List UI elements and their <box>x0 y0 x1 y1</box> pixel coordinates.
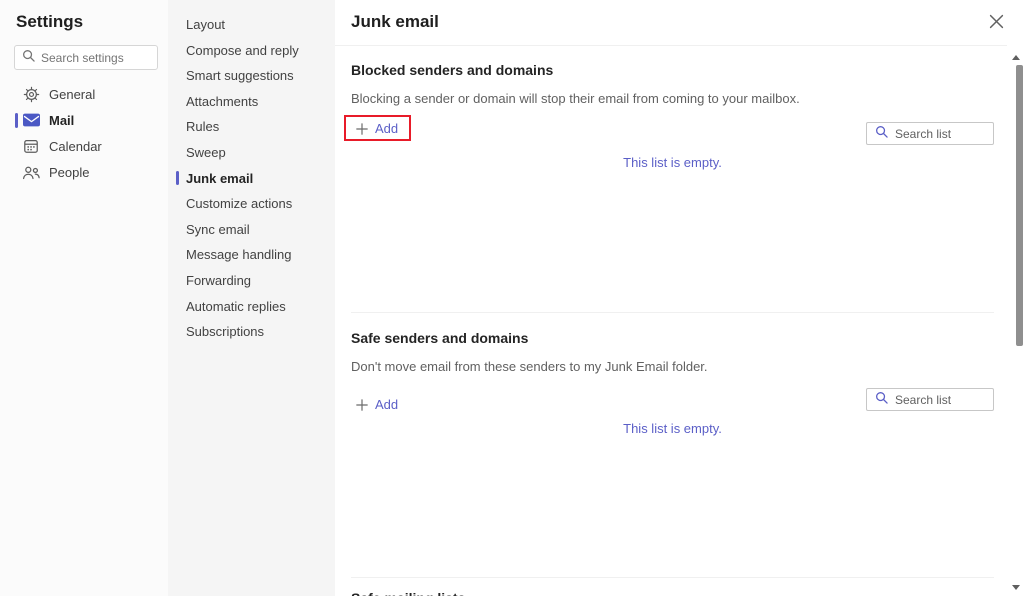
junk-email-panel: Junk email Blocked senders and domains B… <box>335 0 1024 596</box>
subnav-item-message-handling[interactable]: Message handling <box>168 242 335 268</box>
add-safe-sender-button[interactable]: Add <box>351 393 403 416</box>
subnav-item-compose-and-reply[interactable]: Compose and reply <box>168 38 335 64</box>
gear-icon <box>22 85 40 103</box>
sidebar-item-label: Calendar <box>49 139 102 154</box>
add-button-label: Add <box>375 397 398 412</box>
mail-settings-subnav: Layout Compose and reply Smart suggestio… <box>168 0 335 596</box>
selected-indicator <box>15 113 18 128</box>
subnav-item-junk-email[interactable]: Junk email <box>168 166 335 192</box>
section-heading: Blocked senders and domains <box>351 62 553 78</box>
scroll-down-arrow[interactable] <box>1012 585 1020 590</box>
scroll-up-arrow[interactable] <box>1012 55 1020 60</box>
search-list-box <box>866 122 994 145</box>
add-button-label: Add <box>375 121 398 136</box>
subnav-item-label: Sync email <box>186 222 250 237</box>
section-safe-mailing-lists: Safe mailing lists <box>351 577 994 596</box>
empty-list-message: This list is empty. <box>351 421 994 436</box>
subnav-item-attachments[interactable]: Attachments <box>168 89 335 115</box>
sidebar-item-label: Mail <box>49 113 74 128</box>
subnav-item-label: Attachments <box>186 94 258 109</box>
sidebar-item-label: People <box>49 165 89 180</box>
section-heading: Safe senders and domains <box>351 330 528 346</box>
plus-icon <box>356 123 368 135</box>
settings-search-input[interactable] <box>41 51 150 65</box>
sidebar-item-people[interactable]: People <box>14 159 168 185</box>
search-list-box <box>866 388 994 411</box>
sidebar-item-mail[interactable]: Mail <box>14 107 168 133</box>
subnav-item-label: Automatic replies <box>186 299 286 314</box>
sidebar-item-general[interactable]: General <box>14 81 168 107</box>
section-blocked-senders: Blocked senders and domains Blocking a s… <box>351 45 994 312</box>
subnav-item-automatic-replies[interactable]: Automatic replies <box>168 294 335 320</box>
section-heading: Safe mailing lists <box>351 590 994 596</box>
section-description: Don't move email from these senders to m… <box>351 359 708 374</box>
settings-sidebar: Settings General Mail <box>0 0 168 596</box>
subnav-item-label: Subscriptions <box>186 324 264 339</box>
subnav-item-label: Message handling <box>186 247 292 262</box>
subnav-item-label: Junk email <box>186 171 253 186</box>
subnav-item-label: Rules <box>186 119 219 134</box>
scrollbar-thumb[interactable] <box>1016 65 1023 346</box>
close-icon <box>989 14 1004 32</box>
subnav-item-rules[interactable]: Rules <box>168 114 335 140</box>
subnav-item-label: Customize actions <box>186 196 292 211</box>
subnav-item-label: Layout <box>186 17 225 32</box>
scrollbar <box>1008 46 1024 596</box>
section-description: Blocking a sender or domain will stop th… <box>351 91 800 106</box>
subnav-item-layout[interactable]: Layout <box>168 12 335 38</box>
subnav-item-customize-actions[interactable]: Customize actions <box>168 191 335 217</box>
empty-list-message: This list is empty. <box>351 155 994 170</box>
people-icon <box>22 163 40 181</box>
subnav-item-subscriptions[interactable]: Subscriptions <box>168 319 335 345</box>
settings-title: Settings <box>16 12 168 32</box>
calendar-icon <box>22 137 40 155</box>
sidebar-item-label: General <box>49 87 95 102</box>
close-button[interactable] <box>986 13 1006 33</box>
search-icon <box>22 49 35 67</box>
subnav-item-label: Forwarding <box>186 273 251 288</box>
subnav-item-label: Compose and reply <box>186 43 299 58</box>
search-icon <box>875 125 888 143</box>
subnav-item-label: Sweep <box>186 145 226 160</box>
add-blocked-sender-button[interactable]: Add <box>351 117 403 140</box>
page-title: Junk email <box>351 12 439 32</box>
settings-window: Settings General Mail <box>0 0 1024 596</box>
section-safe-senders: Safe senders and domains Don't move emai… <box>351 312 994 577</box>
search-safe-list-input[interactable] <box>895 393 985 407</box>
search-blocked-list-input[interactable] <box>895 127 985 141</box>
selected-indicator <box>176 171 179 185</box>
settings-nav: General Mail Calendar People <box>14 81 168 185</box>
subnav-item-forwarding[interactable]: Forwarding <box>168 268 335 294</box>
mail-icon <box>22 111 40 129</box>
subnav-item-sync-email[interactable]: Sync email <box>168 217 335 243</box>
subnav-item-sweep[interactable]: Sweep <box>168 140 335 166</box>
subnav-item-smart-suggestions[interactable]: Smart suggestions <box>168 63 335 89</box>
settings-search-box <box>14 45 158 70</box>
sidebar-item-calendar[interactable]: Calendar <box>14 133 168 159</box>
search-icon <box>875 391 888 409</box>
subnav-item-label: Smart suggestions <box>186 68 294 83</box>
plus-icon <box>356 399 368 411</box>
